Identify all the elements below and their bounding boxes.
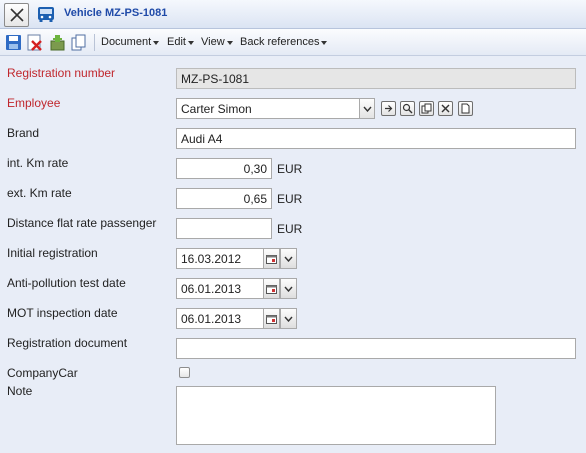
anti-pollution-dropdown-button[interactable] <box>280 278 297 299</box>
chevron-down-icon <box>153 40 160 45</box>
anti-pollution-calendar-button[interactable] <box>263 278 280 299</box>
window-title: Vehicle MZ-PS-1081 <box>64 7 168 19</box>
chevron-down-icon <box>284 256 293 262</box>
brand-field[interactable]: Audi A4 <box>176 128 576 149</box>
note-label: Note <box>7 384 33 398</box>
search-icon <box>402 103 413 114</box>
initial-registration-dropdown-button[interactable] <box>280 248 297 269</box>
add-icon[interactable] <box>49 34 66 51</box>
employee-search-button[interactable] <box>400 101 415 116</box>
chevron-down-icon <box>362 106 372 112</box>
chevron-down-icon <box>284 316 293 322</box>
ext-km-rate-unit: EUR <box>277 192 303 206</box>
calendar-icon <box>266 314 277 324</box>
delete-icon[interactable] <box>26 34 43 51</box>
close-button[interactable] <box>4 3 29 27</box>
close-icon <box>9 8 24 22</box>
toolbar: Document Edit View Back references <box>0 29 586 56</box>
initial-registration-calendar-button[interactable] <box>263 248 280 269</box>
employee-dropdown-button[interactable] <box>359 98 375 119</box>
employee-copy-button[interactable] <box>419 101 434 116</box>
registration-number-field: MZ-PS-1081 <box>176 68 576 89</box>
anti-pollution-date-field[interactable]: 06.01.2013 <box>176 278 264 299</box>
distance-flat-rate-unit: EUR <box>277 222 303 236</box>
company-car-checkbox[interactable] <box>179 367 190 378</box>
save-icon[interactable] <box>5 34 22 51</box>
new-icon <box>461 103 470 114</box>
note-textarea[interactable] <box>176 386 496 445</box>
employee-clear-button[interactable] <box>438 101 453 116</box>
employee-select[interactable]: Carter Simon <box>176 98 360 119</box>
company-car-label: CompanyCar <box>7 366 78 380</box>
chevron-down-icon <box>284 286 293 292</box>
mot-inspection-date-field[interactable]: 06.01.2013 <box>176 308 264 329</box>
int-km-rate-unit: EUR <box>277 162 303 176</box>
brand-label: Brand <box>7 126 40 140</box>
mot-inspection-dropdown-button[interactable] <box>280 308 297 329</box>
int-km-rate-label: int. Km rate <box>7 156 69 170</box>
chevron-down-icon <box>187 40 194 45</box>
initial-registration-field[interactable]: 16.03.2012 <box>176 248 264 269</box>
window-titlebar: Vehicle MZ-PS-1081 <box>0 0 586 29</box>
vehicle-icon <box>38 7 54 22</box>
anti-pollution-date-label: Anti-pollution test date <box>7 276 126 290</box>
calendar-icon <box>266 284 277 294</box>
menu-view[interactable]: View <box>201 36 233 48</box>
employee-new-button[interactable] <box>458 101 473 116</box>
menu-document-label: Document <box>101 36 152 48</box>
distance-flat-rate-field[interactable] <box>176 218 272 239</box>
menu-back-references[interactable]: Back references <box>240 36 328 48</box>
copy-icon[interactable] <box>70 34 87 51</box>
menu-view-label: View <box>201 36 225 48</box>
menu-edit[interactable]: Edit <box>167 36 194 48</box>
ext-km-rate-field[interactable]: 0,65 <box>176 188 272 209</box>
calendar-icon <box>266 254 277 264</box>
registration-document-field[interactable] <box>176 338 576 359</box>
goto-icon <box>385 105 393 112</box>
distance-flat-rate-label: Distance flat rate passenger <box>7 216 157 230</box>
int-km-rate-field[interactable]: 0,30 <box>176 158 272 179</box>
copy-icon <box>421 103 432 114</box>
mot-inspection-calendar-button[interactable] <box>263 308 280 329</box>
employee-goto-button[interactable] <box>381 101 396 116</box>
toolbar-separator <box>94 34 95 51</box>
clear-icon <box>441 104 450 113</box>
menu-edit-label: Edit <box>167 36 186 48</box>
mot-inspection-date-label: MOT inspection date <box>7 306 118 320</box>
menu-back-references-label: Back references <box>240 36 320 48</box>
registration-document-label: Registration document <box>7 336 128 350</box>
chevron-down-icon <box>226 40 233 45</box>
registration-number-label: Registration number <box>7 66 116 80</box>
ext-km-rate-label: ext. Km rate <box>7 186 72 200</box>
employee-label: Employee <box>7 96 61 110</box>
chevron-down-icon <box>321 40 328 45</box>
menu-document[interactable]: Document <box>101 36 160 48</box>
initial-registration-label: Initial registration <box>7 246 98 260</box>
